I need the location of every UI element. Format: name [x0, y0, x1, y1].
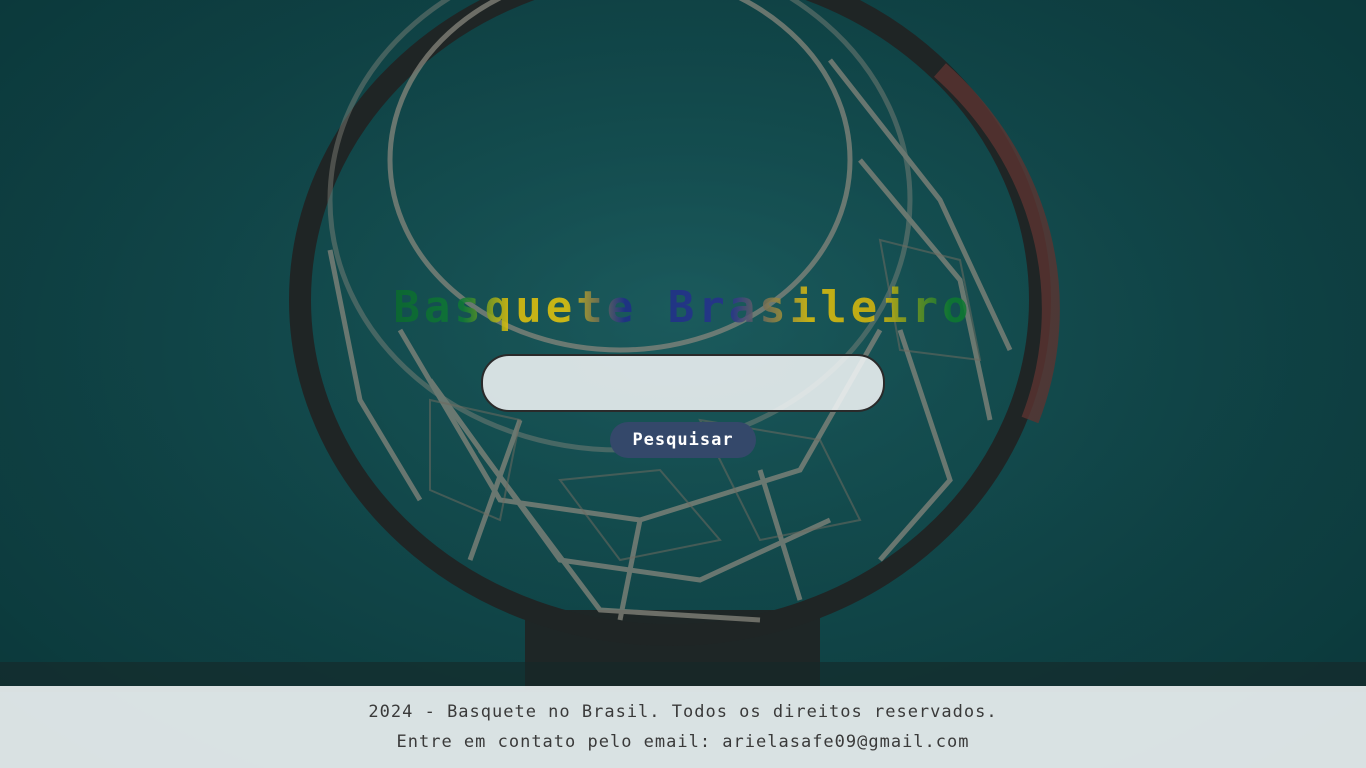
site-title: Basquete Brasileiro: [393, 278, 972, 338]
footer-contact: Entre em contato pelo email: arielasafe0…: [396, 732, 970, 752]
hero-section: Basquete Brasileiro Pesquisar: [0, 0, 1366, 686]
footer-copyright: 2024 - Basquete no Brasil. Todos os dire…: [368, 702, 998, 722]
search-button[interactable]: Pesquisar: [610, 422, 756, 458]
footer: 2024 - Basquete no Brasil. Todos os dire…: [0, 686, 1366, 768]
page: Basquete Brasileiro Pesquisar 2024 - Bas…: [0, 0, 1366, 768]
search-input[interactable]: [481, 354, 885, 412]
